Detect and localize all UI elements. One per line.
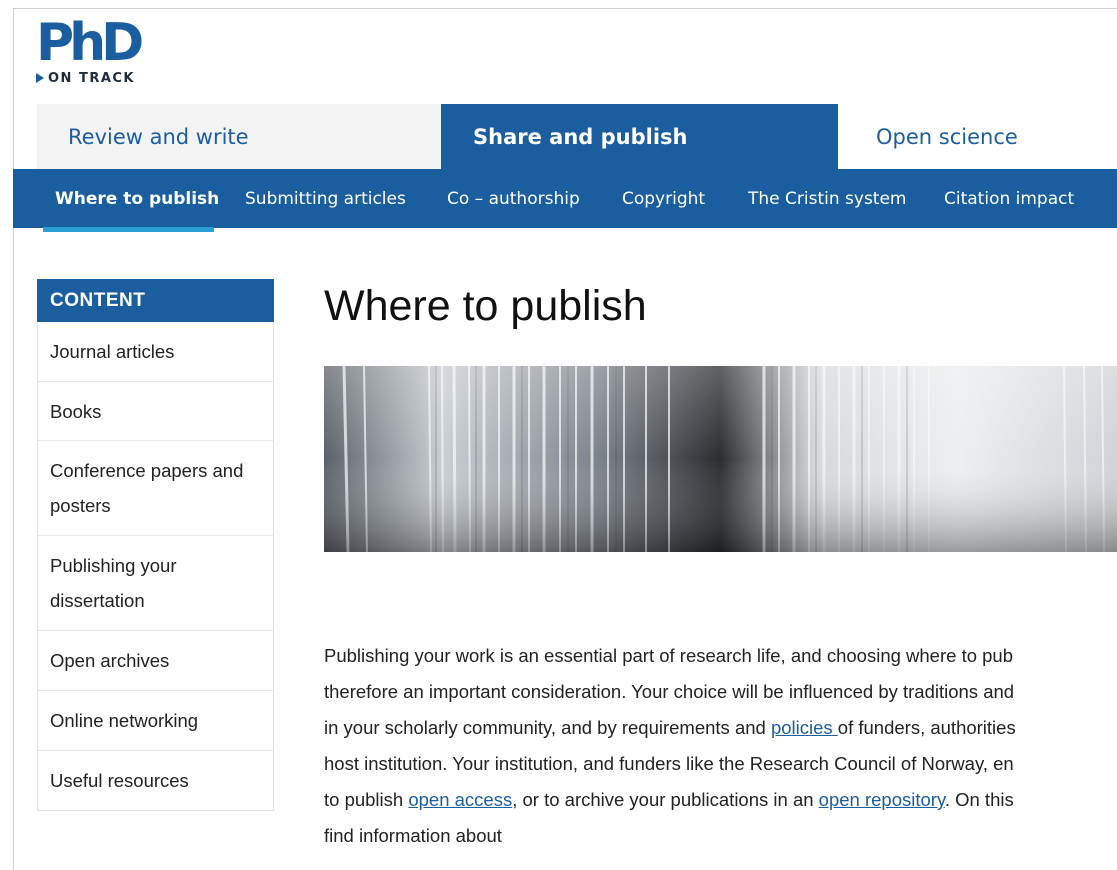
subnav-where-to-publish[interactable]: Where to publish — [55, 169, 219, 228]
tab-share-and-publish[interactable]: Share and publish — [441, 104, 838, 169]
sidebar-item-publishing-dissertation[interactable]: Publishing your dissertation — [38, 535, 273, 630]
subnav-co-authorship[interactable]: Co – authorship — [447, 169, 580, 228]
sidebar-heading: CONTENT — [37, 279, 274, 322]
sidebar-item-useful-resources[interactable]: Useful resources — [38, 750, 273, 810]
sidebar-list: Journal articles Books Conference papers… — [37, 322, 274, 811]
book-pages-illustration — [324, 366, 1117, 552]
body-text-segment: of funders, authorities — [837, 717, 1016, 738]
sub-navigation: Where to publish Submitting articles Co … — [13, 169, 1117, 228]
sidebar-item-books[interactable]: Books — [38, 381, 273, 440]
logo-wordmark: PhD — [36, 13, 144, 73]
site-logo[interactable]: PhD ON TRACK — [36, 17, 166, 89]
policies-link[interactable]: policies — [771, 717, 838, 738]
body-line: to publish open access, or to archive yo… — [324, 782, 1117, 818]
sidebar-item-journal-articles[interactable]: Journal articles — [38, 322, 273, 381]
top-tabs: Review and write Share and publish Open … — [37, 104, 1117, 169]
body-line: host institution. Your institution, and … — [324, 753, 1014, 774]
body-line: find information about — [324, 825, 502, 846]
body-line: therefore an important consideration. Yo… — [324, 681, 1015, 702]
open-repository-link[interactable]: open repository — [819, 789, 945, 810]
body-line: Publishing your work is an essential par… — [324, 645, 1013, 666]
logo-tagline-text: ON TRACK — [48, 70, 136, 86]
body-line: in your scholarly community, and by requ… — [324, 710, 1117, 746]
body-text-segment: to publish — [324, 789, 409, 810]
sidebar-item-conference-papers[interactable]: Conference papers and posters — [38, 440, 273, 535]
hero-image-book-pages — [324, 366, 1117, 552]
tab-review-and-write[interactable]: Review and write — [37, 104, 441, 169]
content-sidebar: CONTENT Journal articles Books Conferenc… — [37, 279, 274, 811]
body-text-segment: . On this — [944, 789, 1014, 810]
intro-paragraph: Publishing your work is an essential par… — [324, 638, 1117, 870]
body-text-segment: in your scholarly community, and by requ… — [324, 717, 771, 738]
subnav-citation-impact[interactable]: Citation impact — [944, 169, 1074, 228]
page-title: Where to publish — [324, 282, 647, 330]
subnav-submitting-articles[interactable]: Submitting articles — [245, 169, 406, 228]
subnav-copyright[interactable]: Copyright — [622, 169, 705, 228]
sidebar-item-online-networking[interactable]: Online networking — [38, 690, 273, 750]
logo-tagline: ON TRACK — [36, 70, 136, 86]
play-triangle-icon — [36, 73, 44, 83]
active-subnav-indicator — [43, 227, 214, 232]
tab-open-science[interactable]: Open science — [838, 104, 1117, 169]
sidebar-item-open-archives[interactable]: Open archives — [38, 630, 273, 690]
subnav-cristin-system[interactable]: The Cristin system — [748, 169, 907, 228]
open-access-link[interactable]: open access — [408, 789, 512, 810]
body-text-segment: , or to archive your publications in an — [512, 789, 819, 810]
